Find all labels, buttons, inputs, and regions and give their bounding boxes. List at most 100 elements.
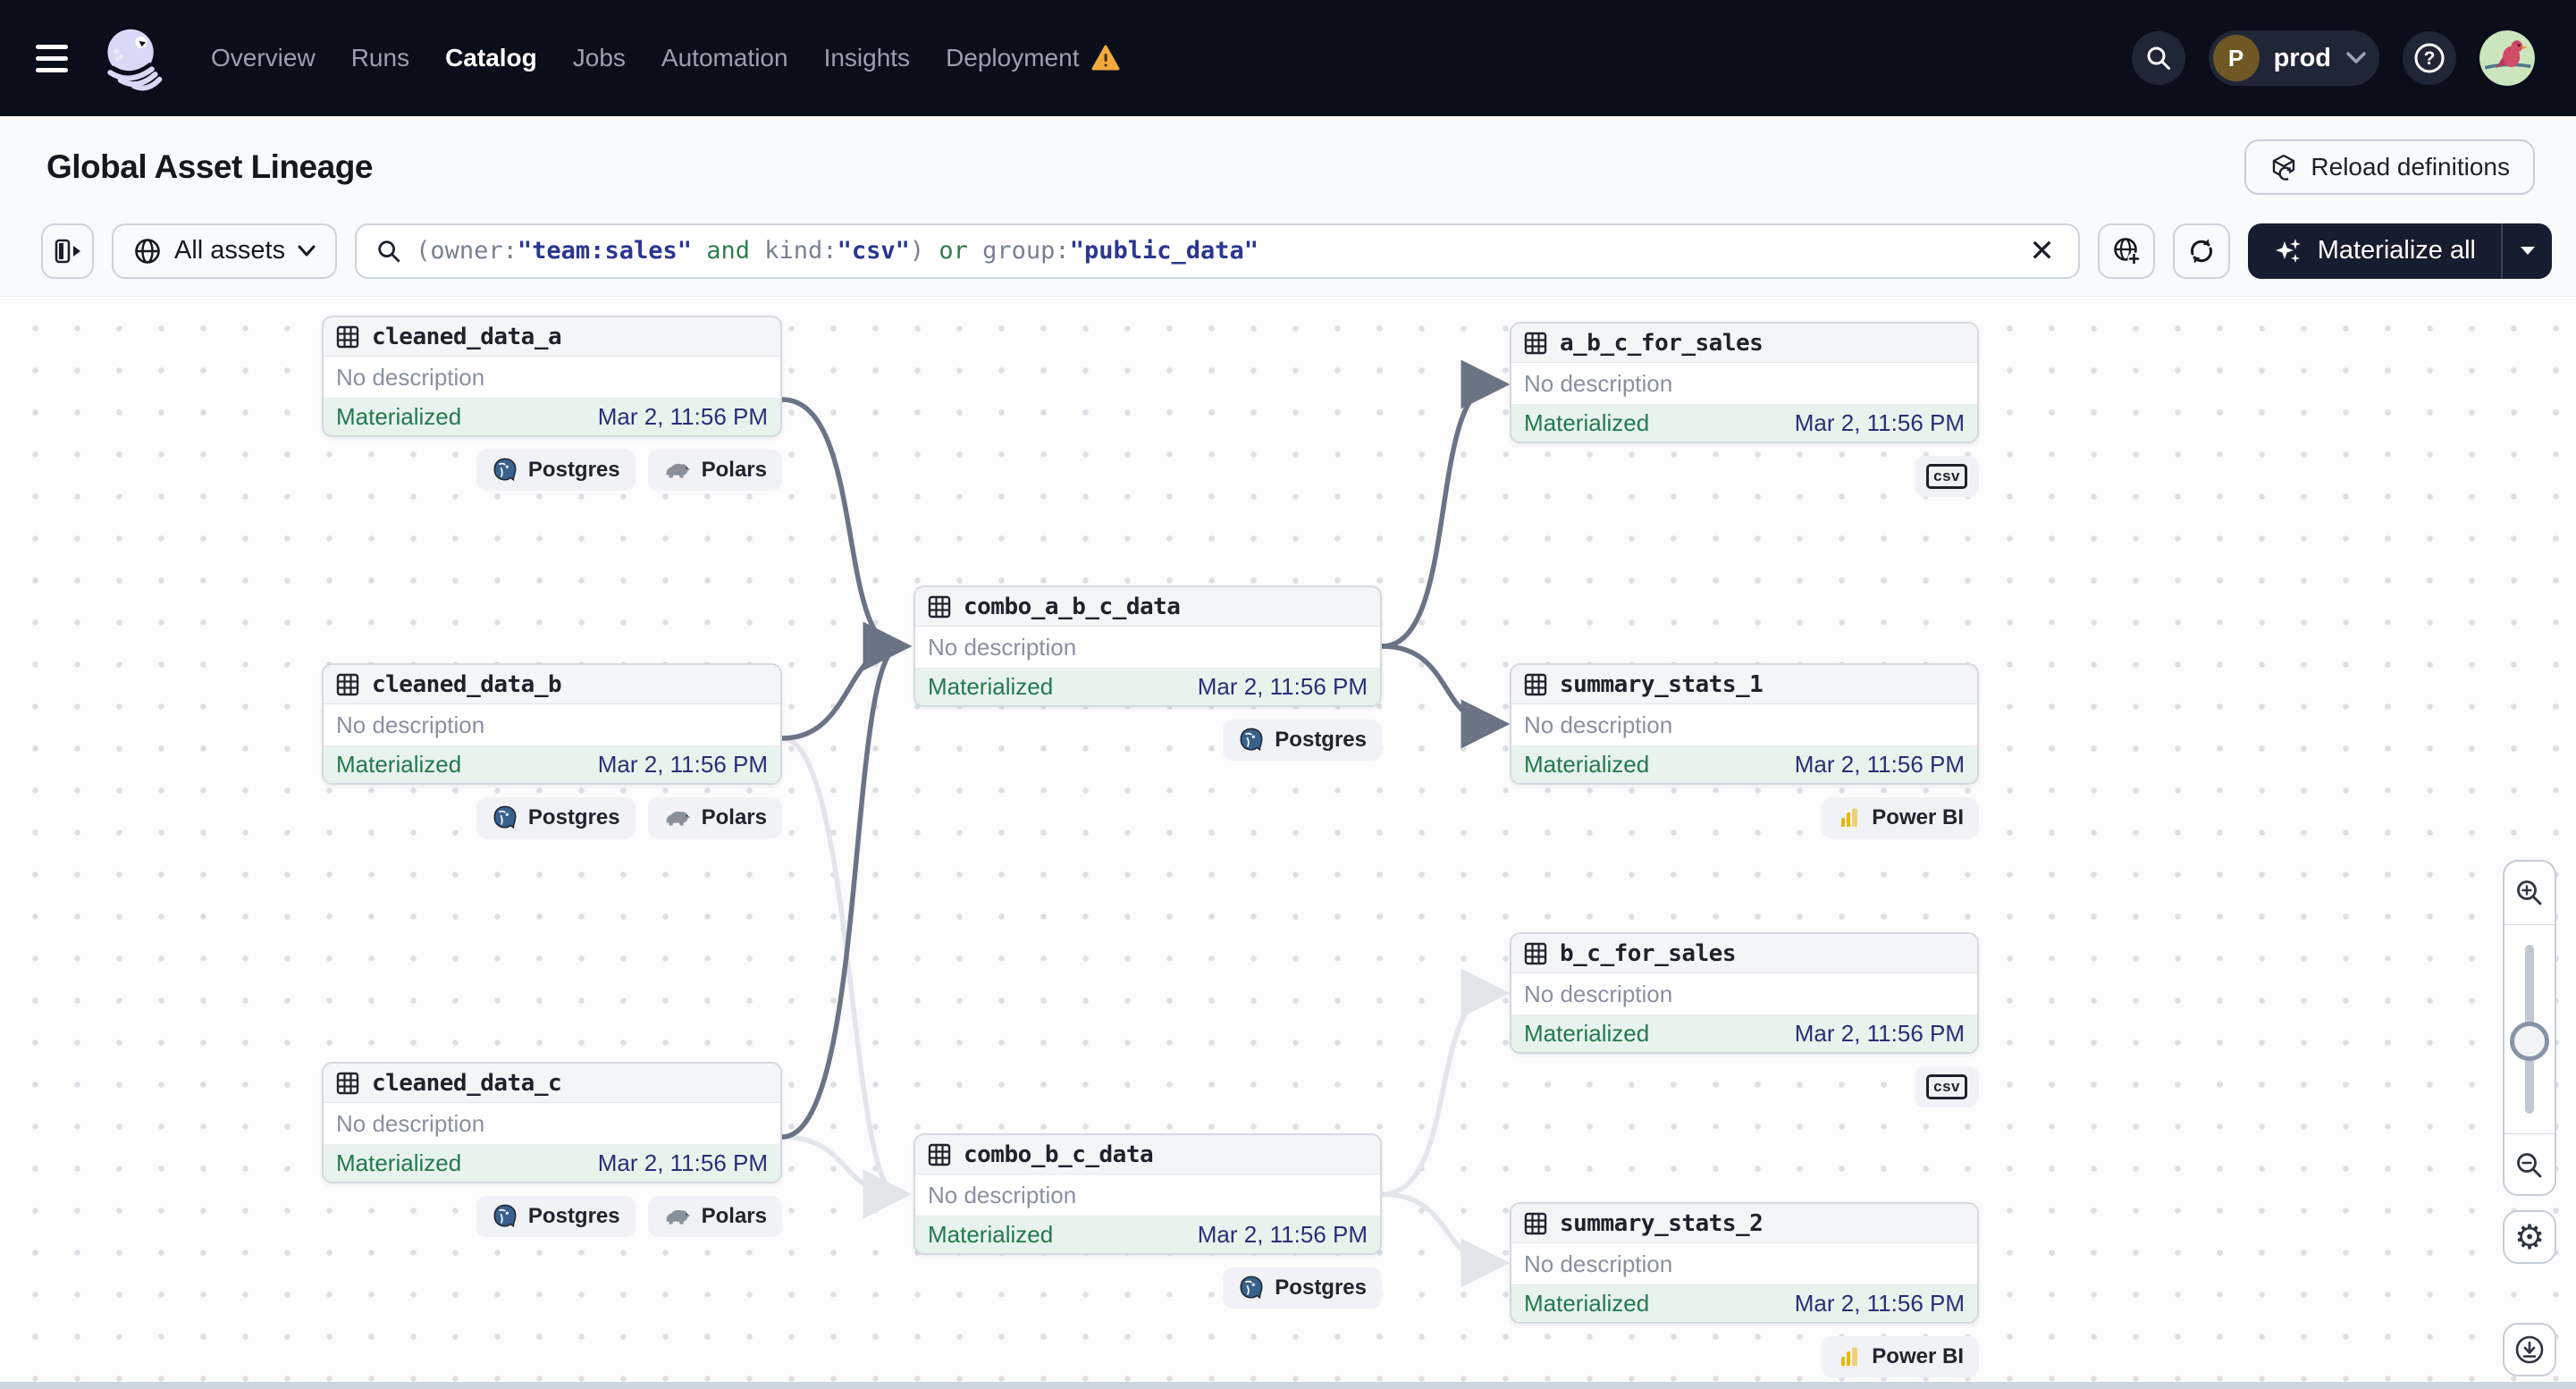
zoom-in-icon xyxy=(2517,880,2542,905)
search-button[interactable] xyxy=(2131,31,2185,85)
asset-description: No description xyxy=(324,1103,780,1145)
asset-scope-dropdown[interactable]: All assets xyxy=(112,223,338,279)
zoom-controls xyxy=(2503,860,2556,1196)
kind-tag-powerbi[interactable]: Power BI xyxy=(1822,797,1979,838)
zoom-slider[interactable] xyxy=(2504,924,2555,1133)
csv-icon: csv xyxy=(1926,1074,1967,1099)
query-segment: kind: xyxy=(750,237,838,265)
nav-item-automation[interactable]: Automation xyxy=(661,44,788,72)
materialization-timestamp[interactable]: Mar 2, 11:56 PM xyxy=(1795,751,1965,779)
zoom-out-button[interactable] xyxy=(2504,1133,2555,1196)
asset-node-combo-b-c-data[interactable]: combo_b_c_data No description Materializ… xyxy=(913,1133,1382,1255)
refresh-button[interactable] xyxy=(2172,223,2230,279)
materialization-timestamp[interactable]: Mar 2, 11:56 PM xyxy=(1198,673,1368,701)
filter-query-text[interactable]: (owner:"team:sales" and kind:"csv") or g… xyxy=(416,237,2011,265)
kind-tag-powerbi[interactable]: Power BI xyxy=(1822,1336,1979,1377)
materialize-all-button[interactable]: Materialize all xyxy=(2248,223,2501,279)
kind-tag-polars[interactable]: Polars xyxy=(647,1196,782,1237)
kind-tag-postgres[interactable]: Postgres xyxy=(1223,720,1382,761)
nav-item-jobs[interactable]: Jobs xyxy=(573,44,626,72)
status-badge: Materialized xyxy=(1524,409,1650,436)
asset-node-cleaned-data-c[interactable]: cleaned_data_c No description Materializ… xyxy=(322,1062,782,1183)
asset-node-summary-stats-2[interactable]: summary_stats_2 No description Materiali… xyxy=(1510,1202,1979,1324)
zoom-in-button[interactable] xyxy=(2504,862,2555,924)
clear-filter-icon[interactable]: ✕ xyxy=(2025,236,2058,266)
asset-description: No description xyxy=(1511,1243,1977,1285)
asset-node-header: combo_b_c_data xyxy=(915,1135,1380,1174)
materialization-timestamp[interactable]: Mar 2, 11:56 PM xyxy=(598,1149,768,1177)
kind-tag-postgres[interactable]: Postgres xyxy=(476,797,636,838)
kind-tag-polars[interactable]: Polars xyxy=(647,797,782,838)
asset-tags-row: csv xyxy=(1510,456,1979,497)
materialization-timestamp[interactable]: Mar 2, 11:56 PM xyxy=(1795,409,1965,437)
user-avatar[interactable] xyxy=(2479,30,2535,86)
asset-node-summary-stats-1[interactable]: summary_stats_1 No description Materiali… xyxy=(1510,663,1979,785)
materialization-timestamp[interactable]: Mar 2, 11:56 PM xyxy=(598,751,768,779)
kind-tag-csv[interactable]: csv xyxy=(1915,456,1979,497)
asset-node-cleaned-data-b[interactable]: cleaned_data_b No description Materializ… xyxy=(322,663,782,785)
asset-node-header: summary_stats_2 xyxy=(1511,1204,1977,1243)
query-segment: ) xyxy=(909,237,939,265)
nav-item-insights[interactable]: Insights xyxy=(824,44,911,72)
horizontal-scrollbar[interactable] xyxy=(0,1382,2576,1389)
deployment-initial-badge: P xyxy=(2212,35,2260,81)
globe-icon xyxy=(135,238,160,264)
asset-description: No description xyxy=(324,357,780,399)
deployment-switcher[interactable]: P prod xyxy=(2208,30,2379,86)
kind-tag-label: Postgres xyxy=(527,1204,620,1228)
menu-icon[interactable] xyxy=(36,40,75,76)
asset-name: combo_a_b_c_data xyxy=(964,593,1181,620)
asset-filter-input[interactable]: (owner:"team:sales" and kind:"csv") or g… xyxy=(355,223,2080,279)
postgres-icon xyxy=(493,1204,517,1228)
nav-item-deployment-label: Deployment xyxy=(946,44,1080,72)
table-icon xyxy=(1524,332,1547,354)
add-scope-button[interactable] xyxy=(2097,223,2155,279)
materialization-timestamp[interactable]: Mar 2, 11:56 PM xyxy=(1198,1221,1368,1249)
refresh-icon xyxy=(2190,239,2212,263)
status-badge: Materialized xyxy=(336,751,462,778)
status-badge: Materialized xyxy=(1524,1290,1650,1317)
download-graph-button[interactable] xyxy=(2503,1323,2556,1376)
lineage-canvas[interactable]: cleaned_data_a No description Materializ… xyxy=(0,297,2576,1389)
query-segment xyxy=(692,237,706,265)
materialization-timestamp[interactable]: Mar 2, 11:56 PM xyxy=(1795,1020,1965,1048)
asset-name: cleaned_data_c xyxy=(372,1069,562,1097)
asset-node-combo-a-b-c-data[interactable]: combo_a_b_c_data No description Material… xyxy=(913,585,1382,707)
nav-item-deployment[interactable]: Deployment xyxy=(946,44,1120,72)
chevron-down-icon xyxy=(298,245,316,256)
deployment-name: prod xyxy=(2273,43,2331,72)
status-badge: Materialized xyxy=(1524,1020,1650,1047)
graph-settings-button[interactable]: ⚙ xyxy=(2503,1210,2556,1264)
asset-description: No description xyxy=(1511,363,1977,405)
reload-definitions-button[interactable]: Reload definitions xyxy=(2244,139,2535,195)
nav-item-runs[interactable]: Runs xyxy=(351,44,409,72)
kind-tag-polars[interactable]: Polars xyxy=(647,450,782,491)
kind-tag-postgres[interactable]: Postgres xyxy=(1223,1267,1382,1309)
sparkle-icon xyxy=(2275,238,2301,263)
query-segment: group: xyxy=(967,237,1070,265)
kind-tag-label: Polars xyxy=(701,458,767,482)
materialization-timestamp[interactable]: Mar 2, 11:56 PM xyxy=(1795,1290,1965,1317)
kind-tag-postgres[interactable]: Postgres xyxy=(476,1196,636,1237)
table-icon xyxy=(1524,1212,1547,1234)
warning-triangle-icon xyxy=(1091,45,1120,71)
asset-node-b-c-for-sales[interactable]: b_c_for_sales No description Materialize… xyxy=(1510,932,1979,1054)
dagster-logo-icon[interactable] xyxy=(98,24,166,92)
table-icon xyxy=(928,595,951,618)
expand-sidebar-button[interactable] xyxy=(41,223,94,279)
page-header: Global Asset Lineage Reload definitions xyxy=(0,116,2576,218)
materialize-options-button[interactable] xyxy=(2501,223,2552,279)
help-button[interactable]: ? xyxy=(2403,31,2456,85)
asset-name: combo_b_c_data xyxy=(964,1141,1154,1168)
nav-item-overview[interactable]: Overview xyxy=(211,44,316,72)
zoom-slider-thumb[interactable] xyxy=(2510,1022,2549,1061)
kind-tag-csv[interactable]: csv xyxy=(1915,1066,1979,1107)
kind-tag-postgres[interactable]: Postgres xyxy=(476,450,636,491)
materialization-timestamp[interactable]: Mar 2, 11:56 PM xyxy=(598,403,768,431)
chevron-down-icon xyxy=(2346,52,2366,63)
asset-node-cleaned-data-a[interactable]: cleaned_data_a No description Materializ… xyxy=(322,316,782,437)
nav-item-catalog[interactable]: Catalog xyxy=(445,44,537,72)
asset-node-a-b-c-for-sales[interactable]: a_b_c_for_sales No description Materiali… xyxy=(1510,322,1979,443)
materialize-all-label: Materialize all xyxy=(2317,236,2476,265)
magnifier-icon xyxy=(378,240,400,262)
